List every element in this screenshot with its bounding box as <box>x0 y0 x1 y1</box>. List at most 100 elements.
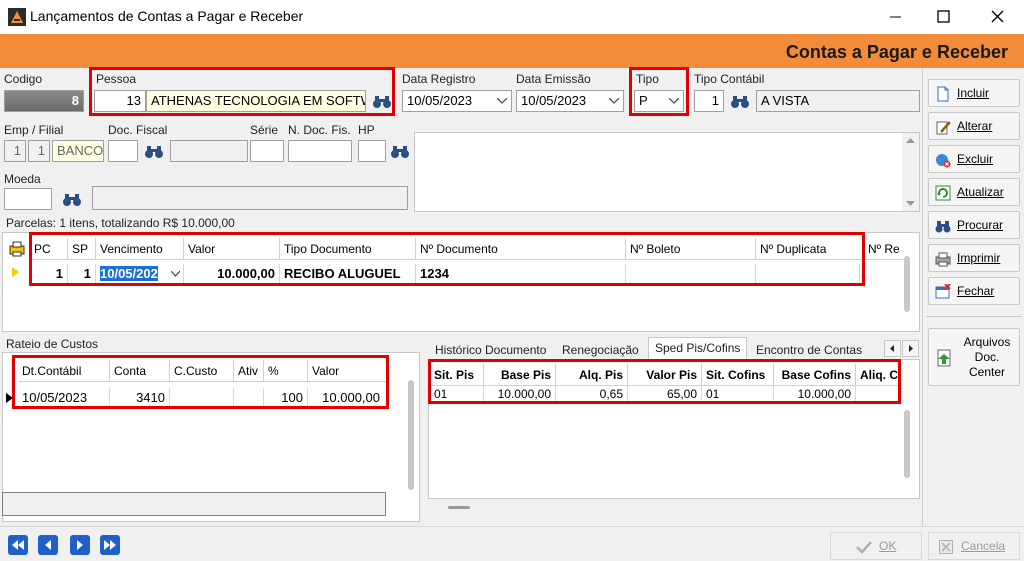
rateio-scrollbar[interactable] <box>408 380 414 490</box>
parcelas-scrollbar[interactable] <box>904 256 910 312</box>
sidebar-divider <box>926 316 1022 317</box>
cell-aliq-c <box>856 385 900 403</box>
cell-dt-contabil: 10/05/2023 <box>18 388 110 408</box>
procurar-label: Procurar <box>957 218 1004 232</box>
table-row[interactable]: 1 1 10/05/202 10.000,00 RECIBO ALUGUEL 1… <box>30 264 860 284</box>
tipo-contabil-search-icon[interactable] <box>730 94 750 110</box>
data-registro-value: 10/05/2023 <box>407 93 473 108</box>
minimize-icon <box>890 16 901 18</box>
hp-field[interactable] <box>358 140 386 162</box>
fechar-button[interactable]: Fechar <box>928 277 1020 305</box>
col-valor-pis[interactable]: Valor Pis <box>628 364 702 386</box>
cell-valor-rateio: 10.000,00 <box>322 390 380 405</box>
cancela-button[interactable]: Cancela <box>928 532 1020 560</box>
tipo-select[interactable]: P <box>634 90 684 112</box>
col-conta[interactable]: Conta <box>110 360 170 382</box>
procurar-button[interactable]: Procurar <box>928 211 1020 239</box>
data-registro-label: Data Registro <box>402 72 476 86</box>
tab-encontro-de-contas[interactable]: Encontro de Contas <box>752 340 866 360</box>
sped-hscrollbar[interactable] <box>448 506 470 509</box>
cell-pct: 100 <box>264 388 308 408</box>
sped-scrollbar[interactable] <box>904 410 910 478</box>
parcelas-summary: Parcelas: 1 itens, totalizando R$ 10.000… <box>6 216 235 230</box>
col-sp[interactable]: SP <box>68 238 96 260</box>
minimize-button[interactable] <box>872 2 918 32</box>
pessoa-code-field[interactable]: 13 <box>94 90 146 112</box>
close-window-icon <box>935 284 951 299</box>
parcelas-print-icon[interactable] <box>8 240 26 258</box>
col-vencimento[interactable]: Vencimento <box>96 238 184 260</box>
cell-conta: 3410 <box>110 388 170 408</box>
new-document-icon <box>937 86 949 102</box>
delete-icon <box>936 154 951 168</box>
tab-sped-pis-cofins[interactable]: Sped Pis/Cofins <box>648 337 748 359</box>
refresh-icon <box>935 185 951 201</box>
pessoa-name-field[interactable]: ATHENAS TECNOLOGIA EM SOFTWA <box>146 90 366 112</box>
col-n-re[interactable]: Nº Re <box>864 238 910 260</box>
doc-fiscal-search-icon[interactable] <box>144 144 164 160</box>
moeda-search-icon[interactable] <box>62 192 82 208</box>
first-record-button[interactable] <box>8 535 28 555</box>
col-sit-pis[interactable]: Sit. Pis <box>430 364 484 386</box>
col-aliq-c[interactable]: Aliq. C <box>856 364 900 386</box>
col-valor-rateio[interactable]: Valor <box>308 360 386 382</box>
hp-search-icon[interactable] <box>390 144 410 160</box>
ok-button[interactable]: OK <box>830 532 922 560</box>
table-row[interactable]: 10/05/2023 3410 100 10.000,00 <box>18 388 386 408</box>
pessoa-search-icon[interactable] <box>372 94 392 110</box>
col-sit-cofins[interactable]: Sit. Cofins <box>702 364 774 386</box>
col-valor[interactable]: Valor <box>184 238 280 260</box>
atualizar-button[interactable]: Atualizar <box>928 178 1020 206</box>
col-dt-contabil[interactable]: Dt.Contábil <box>18 360 110 382</box>
col-n-duplicata[interactable]: Nº Duplicata <box>756 238 864 260</box>
tab-historico-documento[interactable]: Histórico Documento <box>431 340 550 360</box>
col-alq-pis[interactable]: Alq. Pis <box>556 364 628 386</box>
tabs-scroll-right-button[interactable] <box>902 340 919 357</box>
tabs-scroll-left-button[interactable] <box>884 340 901 357</box>
tipo-contabil-code-field[interactable]: 1 <box>694 90 724 112</box>
tab-renegociacao[interactable]: Renegociação <box>558 340 643 360</box>
col-ativ[interactable]: Ativ <box>234 360 264 382</box>
cell-n-duplicata <box>756 264 860 284</box>
arquivos-doc-center-button[interactable]: Arquivos Doc. Center <box>928 328 1020 386</box>
maximize-button[interactable] <box>920 2 966 32</box>
cell-vencimento[interactable]: 10/05/202 <box>96 264 184 284</box>
rateio-title: Rateio de Custos <box>6 337 99 351</box>
table-row[interactable]: 01 10.000,00 0,65 65,00 01 10.000,00 <box>430 385 900 403</box>
data-emissao-field[interactable]: 10/05/2023 <box>516 90 624 112</box>
doc-fiscal-field[interactable] <box>108 140 138 162</box>
data-registro-field[interactable]: 10/05/2023 <box>402 90 512 112</box>
col-base-cofins[interactable]: Base Cofins <box>774 364 856 386</box>
col-n-documento[interactable]: Nº Documento <box>416 238 626 260</box>
incluir-button[interactable]: Incluir <box>928 79 1020 107</box>
col-pct[interactable]: % <box>264 360 308 382</box>
observacao-memo[interactable] <box>414 132 920 212</box>
next-record-button[interactable] <box>70 535 90 555</box>
col-base-pis[interactable]: Base Pis <box>484 364 556 386</box>
col-ccusto[interactable]: C.Custo <box>170 360 234 382</box>
memo-scrollbar[interactable] <box>902 133 919 211</box>
moeda-field[interactable] <box>4 188 52 210</box>
app-icon <box>8 8 26 26</box>
double-chevron-left-icon <box>12 540 24 550</box>
cell-valor-pis: 65,00 <box>628 385 702 403</box>
imprimir-button[interactable]: Imprimir <box>928 244 1020 272</box>
codigo-label: Codigo <box>4 72 43 86</box>
check-icon <box>856 541 872 554</box>
window-title: Lançamentos de Contas a Pagar e Receber <box>30 8 304 24</box>
cancela-label: Cancela <box>961 539 1006 553</box>
col-n-boleto[interactable]: Nº Boleto <box>626 238 756 260</box>
rateio-header: Dt.Contábil Conta C.Custo Ativ % Valor <box>18 360 386 382</box>
excluir-button[interactable]: Excluir <box>928 145 1020 173</box>
codigo-field: 8 <box>4 90 84 112</box>
previous-record-button[interactable] <box>38 535 58 555</box>
n-doc-fis-field[interactable] <box>288 140 352 162</box>
cell-pc: 1 <box>30 264 68 284</box>
col-tipo-documento[interactable]: Tipo Documento <box>280 238 416 260</box>
serie-field[interactable] <box>250 140 284 162</box>
col-pc[interactable]: PC <box>30 238 68 260</box>
excluir-label: Excluir <box>957 152 994 166</box>
last-record-button[interactable] <box>100 535 120 555</box>
close-window-button[interactable] <box>974 2 1020 32</box>
alterar-button[interactable]: Alterar <box>928 112 1020 140</box>
